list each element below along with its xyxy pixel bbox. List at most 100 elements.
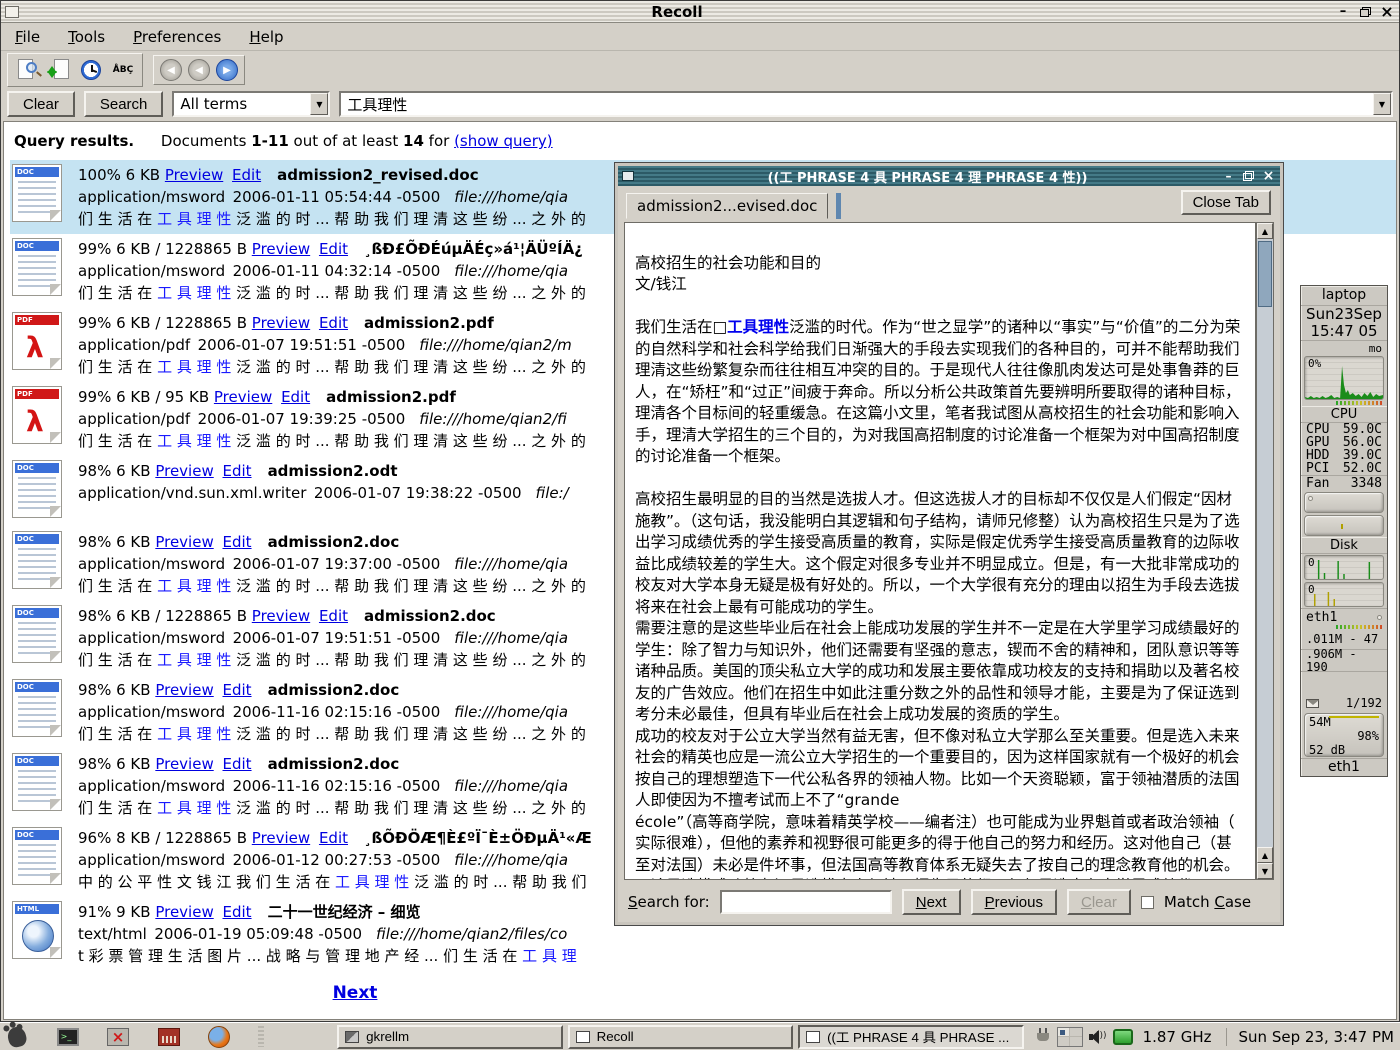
- menu-tools[interactable]: Tools: [68, 28, 105, 46]
- find-previous-button[interactable]: Previous: [971, 889, 1057, 915]
- preview-window-menu-icon[interactable]: [622, 171, 634, 181]
- page-fold: [50, 210, 61, 221]
- scroll-up-icon[interactable]: ▲: [1257, 223, 1273, 239]
- result-mime-date: text/html 2006-01-19 05:09:48 -0500: [78, 925, 362, 943]
- gkrellm-hostname[interactable]: laptop: [1301, 286, 1387, 306]
- taskbar-window-label: Recoll: [597, 1029, 634, 1044]
- disk-read-chart[interactable]: 0: [1304, 555, 1384, 580]
- preview-link[interactable]: Preview: [155, 533, 213, 551]
- preview-link[interactable]: Preview: [155, 462, 213, 480]
- disk-write-chart[interactable]: 0: [1304, 582, 1384, 607]
- menu-help[interactable]: Help: [249, 28, 283, 46]
- preview-link[interactable]: Preview: [252, 607, 310, 625]
- gkrellm-bottom-label[interactable]: eth1: [1301, 758, 1387, 776]
- window-menu-icon[interactable]: [5, 6, 19, 18]
- edit-link[interactable]: Edit: [223, 755, 252, 773]
- edit-link[interactable]: Edit: [319, 829, 348, 847]
- show-query-link[interactable]: (show query): [454, 132, 553, 150]
- taskbar-window-preview[interactable]: ((工 PHRASE 4 具 PHRASE ...: [798, 1025, 1023, 1049]
- preview-link[interactable]: Preview: [155, 681, 213, 699]
- memory-meter[interactable]: 54M 98% 52 dB: [1304, 713, 1384, 757]
- clear-button[interactable]: Clear: [7, 91, 75, 117]
- spell-expand-icon[interactable]: ÅBÇ: [110, 57, 136, 83]
- workspace-switcher[interactable]: [1057, 1027, 1083, 1047]
- result-meta-line: 98% 6 KB Preview Editadmission2.doc: [78, 753, 586, 775]
- firefox-launcher-icon[interactable]: [208, 1025, 230, 1049]
- page-fold: [50, 799, 61, 810]
- edit-link[interactable]: Edit: [223, 533, 252, 551]
- results-for-word: for: [429, 132, 450, 150]
- preview-minimize-button[interactable]: –: [1221, 170, 1236, 183]
- next-page-link[interactable]: Next: [333, 983, 378, 1003]
- close-button[interactable]: ×: [1379, 5, 1395, 19]
- power-plug-icon[interactable]: [1037, 1028, 1051, 1046]
- taskbar-clock[interactable]: Sun Sep 23, 3:47 PM: [1226, 1028, 1394, 1046]
- preview-text[interactable]: 高校招生的社会功能和目的 文/钱江 我们生活在□工具理性泛滥的时代。作为“世之显…: [624, 222, 1256, 880]
- wifi-signal: 52 dB: [1309, 743, 1379, 757]
- taskbar-window-gkrellm[interactable]: gkrellm: [337, 1025, 562, 1049]
- preview-link[interactable]: Preview: [155, 755, 213, 773]
- menu-file[interactable]: File: [15, 28, 40, 46]
- terminal-launcher-icon[interactable]: >_: [56, 1025, 78, 1049]
- restore-button[interactable]: [1357, 5, 1373, 19]
- volume-icon[interactable]: ))): [1089, 1028, 1107, 1046]
- edit-link[interactable]: Edit: [319, 607, 348, 625]
- edit-link[interactable]: Edit: [232, 166, 261, 184]
- prev-page-icon[interactable]: ◀: [188, 59, 210, 81]
- taskbar-window-recoll[interactable]: Recoll: [568, 1025, 793, 1049]
- preview-link[interactable]: Preview: [252, 829, 310, 847]
- disk-section-label[interactable]: Disk: [1301, 537, 1387, 554]
- fan-meter[interactable]: [1304, 492, 1384, 513]
- find-clear-button[interactable]: Clear: [1067, 889, 1131, 915]
- preview-close-button[interactable]: ×: [1261, 170, 1276, 183]
- preview-link[interactable]: Preview: [214, 388, 272, 406]
- combo-arrow-icon[interactable]: ▼: [310, 93, 328, 115]
- lock-screen-icon[interactable]: ×: [107, 1025, 129, 1049]
- preview-scrollbar[interactable]: ▲ ▲ ▼: [1256, 222, 1274, 880]
- edit-link[interactable]: Edit: [319, 314, 348, 332]
- page-fold: [50, 432, 61, 443]
- gkrellm-clock[interactable]: Sun23Sep 15:47 05: [1301, 306, 1387, 341]
- cpu-freq-icon[interactable]: [1113, 1029, 1133, 1045]
- scroll-down-icon[interactable]: ▼: [1257, 863, 1273, 879]
- menu-preferences[interactable]: Preferences: [133, 28, 221, 46]
- edit-link[interactable]: Edit: [223, 681, 252, 699]
- edit-link[interactable]: Edit: [281, 388, 310, 406]
- search-input[interactable]: [341, 95, 1373, 113]
- preview-restore-button[interactable]: [1241, 170, 1256, 183]
- scrollbar-thumb[interactable]: [1258, 241, 1272, 307]
- fan-chart[interactable]: [1304, 515, 1384, 536]
- preview-link[interactable]: Preview: [252, 240, 310, 258]
- net-interface-label[interactable]: eth1: [1306, 611, 1337, 624]
- search-button[interactable]: Search: [84, 91, 164, 117]
- find-next-button[interactable]: Next: [902, 889, 961, 915]
- tasklist-handle[interactable]: [258, 1026, 264, 1047]
- mail-icon[interactable]: [1306, 699, 1319, 708]
- next-page-icon[interactable]: ▶: [216, 59, 238, 81]
- advanced-search-icon[interactable]: [14, 57, 40, 83]
- match-case-checkbox[interactable]: [1141, 896, 1154, 909]
- term-explorer-clock-icon[interactable]: [78, 57, 104, 83]
- history-arrow-icon[interactable]: ▼: [1373, 93, 1391, 115]
- typewriter-launcher-icon[interactable]: [157, 1025, 179, 1049]
- minimize-button[interactable]: –: [1335, 5, 1351, 19]
- cpu-section-label[interactable]: CPU: [1301, 406, 1387, 423]
- preview-link[interactable]: Preview: [252, 314, 310, 332]
- edit-link[interactable]: Edit: [223, 903, 252, 921]
- sort-parameters-icon[interactable]: [46, 57, 72, 83]
- preview-link[interactable]: Preview: [155, 903, 213, 921]
- scroll-up-icon-bottom[interactable]: ▲: [1257, 847, 1273, 863]
- close-tab-button[interactable]: Close Tab: [1181, 190, 1271, 215]
- first-page-icon[interactable]: ◀: [160, 59, 182, 81]
- search-mode-combo[interactable]: All terms ▼: [172, 91, 330, 117]
- preview-link[interactable]: Preview: [165, 166, 223, 184]
- gnome-menu-icon[interactable]: [6, 1025, 28, 1049]
- cpu-chart[interactable]: 0%: [1304, 356, 1384, 400]
- edit-link[interactable]: Edit: [223, 462, 252, 480]
- find-input[interactable]: [720, 890, 892, 914]
- result-snippet: 们 生 活 在 工 具 理 性 泛 滥 的 时 ... 帮 助 我 们 理 清 …: [78, 649, 586, 671]
- preview-tab[interactable]: admission2...evised.doc: [626, 193, 828, 219]
- result-mime-date: application/msword 2006-01-11 05:54:44 -…: [78, 188, 440, 206]
- result-url: file:///home/qia: [454, 851, 568, 869]
- edit-link[interactable]: Edit: [319, 240, 348, 258]
